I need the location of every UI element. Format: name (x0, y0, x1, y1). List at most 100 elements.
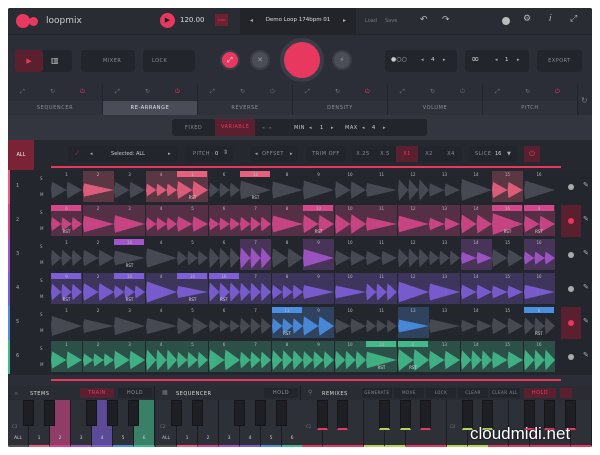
bpm-value[interactable]: 120.00 (180, 16, 205, 24)
slice[interactable]: 12 (397, 171, 429, 202)
slice[interactable]: 11 (366, 273, 397, 304)
slice[interactable]: 16 (523, 341, 555, 372)
stems-hold-button[interactable]: HOLD (118, 388, 152, 398)
redo-icon[interactable]: ↷ (442, 15, 450, 25)
slice[interactable]: 2 (82, 171, 114, 202)
power-icon[interactable]: ⏻ (270, 88, 275, 96)
randomize-icon[interactable]: ⤢ (495, 88, 500, 96)
slice[interactable]: 4 (145, 239, 177, 270)
next-preset-icon[interactable]: ▸ (343, 17, 346, 24)
power-button[interactable]: ⏻ (524, 146, 540, 162)
refresh-icon[interactable]: ↻ (430, 88, 435, 95)
mute-button[interactable]: M (40, 294, 43, 299)
min-decrement[interactable]: ◂ (309, 125, 312, 131)
decrement-icon[interactable]: ◂ (495, 57, 498, 63)
skin-icon[interactable] (502, 17, 510, 25)
randomize-icon[interactable]: ⤢ (20, 88, 25, 96)
slice[interactable]: 15 (492, 239, 523, 270)
slice[interactable]: 16 RST (114, 239, 145, 270)
black-key[interactable] (192, 400, 203, 426)
slice[interactable]: 11 RST (271, 307, 303, 338)
info-icon[interactable]: i (549, 14, 552, 24)
prev-icon[interactable]: ◂ · ▸ (262, 125, 272, 131)
speed-option[interactable]: X2 (418, 146, 440, 162)
refresh-icon[interactable]: ↻ (145, 88, 150, 95)
slice[interactable]: 9 (303, 273, 334, 304)
randomize-icon[interactable]: ⤢ (305, 88, 310, 96)
slice[interactable]: 10 RST (177, 273, 208, 304)
slice[interactable]: 7 (240, 307, 271, 338)
slice[interactable]: 13 (429, 205, 460, 236)
record-arm-button[interactable] (561, 341, 581, 373)
slice[interactable]: 11 (366, 239, 397, 270)
remix-black-key[interactable] (337, 400, 349, 430)
pitch-value[interactable]: 0 (215, 151, 218, 157)
slice[interactable]: 7 (240, 341, 271, 372)
slice[interactable]: 2 (82, 273, 114, 304)
slice[interactable]: 3 RST (523, 205, 555, 236)
slice[interactable]: 1 (51, 171, 82, 202)
speed-option[interactable]: X.5 (374, 146, 396, 162)
slice[interactable]: 10 RST (114, 273, 145, 304)
slice[interactable]: 5 (177, 307, 208, 338)
remix-lock-button[interactable]: LOCK (426, 388, 456, 398)
prev-icon[interactable]: ◂ (90, 151, 93, 157)
preset-selector[interactable]: ◂ Demo Loop 174bpm 01 ▸ (240, 8, 356, 35)
power-icon[interactable]: ⏻ (365, 88, 370, 96)
slice[interactable]: 12 (397, 205, 429, 236)
variable-button[interactable]: VARIABLE (215, 119, 256, 136)
pencil-icon[interactable]: ✎ (583, 249, 589, 257)
pencil-icon[interactable]: ✎ (583, 351, 589, 359)
mute-button[interactable]: M (40, 260, 43, 265)
slice[interactable]: 16 RST (240, 171, 271, 202)
slice[interactable]: 6 RST (523, 307, 555, 338)
slice[interactable]: 16 RST (208, 273, 240, 304)
tab-pitch[interactable]: ⤢ ↻ ⏻ PITCH (483, 85, 578, 115)
slice[interactable]: 9 RST (51, 273, 82, 304)
speed-option[interactable]: X.25 (352, 146, 374, 162)
offset-next-icon[interactable]: ▸ (290, 151, 293, 157)
refresh-icon[interactable]: ↻ (335, 88, 340, 95)
power-icon[interactable]: ⏻ (175, 88, 180, 96)
slice[interactable]: 2 (82, 205, 114, 236)
load-button[interactable]: Load (365, 18, 377, 24)
speed-option[interactable]: X4 (440, 146, 462, 162)
slice[interactable]: 10 (334, 273, 366, 304)
save-button[interactable]: Save (385, 18, 397, 24)
play-mode-button[interactable]: ▶ (15, 50, 43, 72)
play-button[interactable]: ▶ (160, 13, 175, 28)
slice[interactable]: 1 (51, 341, 82, 372)
slice[interactable]: 1 (51, 307, 82, 338)
export-button[interactable]: EXPORT (537, 50, 582, 72)
slice[interactable]: 5 (177, 205, 208, 236)
undo-icon[interactable]: ↶ (420, 15, 428, 25)
slice[interactable]: 4 (145, 273, 177, 304)
remix-black-key[interactable] (378, 400, 390, 430)
record-arm-button[interactable] (561, 205, 581, 237)
solo-button[interactable]: S (40, 210, 43, 215)
slice[interactable]: 11 (366, 205, 397, 236)
slice[interactable]: 2 (82, 307, 114, 338)
slice[interactable]: 14 (460, 205, 492, 236)
slice[interactable]: 8 (271, 171, 303, 202)
slice[interactable]: 13 (429, 171, 460, 202)
slice[interactable]: 9 (303, 307, 334, 338)
slice[interactable]: 10 (334, 171, 366, 202)
slice[interactable]: 2 (82, 341, 114, 372)
loop-stepper[interactable]: ∞ ◂ 1 ▸ (465, 50, 529, 72)
slice[interactable]: 15 (492, 341, 523, 372)
slice[interactable]: 10 (334, 239, 366, 270)
slice[interactable]: 9 (303, 341, 334, 372)
pencil-icon[interactable]: ✎ (583, 283, 589, 291)
slice[interactable]: 16 (523, 171, 555, 202)
keyboard-mode-icon[interactable]: ▥ (51, 56, 59, 65)
max-decrement[interactable]: ◂ (362, 125, 365, 131)
black-key[interactable] (255, 400, 266, 426)
slice[interactable]: 14 (460, 273, 492, 304)
slice[interactable]: 13 (429, 273, 460, 304)
slice[interactable]: 4 (145, 171, 177, 202)
solo-button[interactable]: S (40, 244, 43, 249)
slice[interactable]: 7 (240, 205, 271, 236)
slice[interactable]: 3 (114, 341, 145, 372)
gear-icon[interactable]: ⚙ (523, 14, 531, 24)
